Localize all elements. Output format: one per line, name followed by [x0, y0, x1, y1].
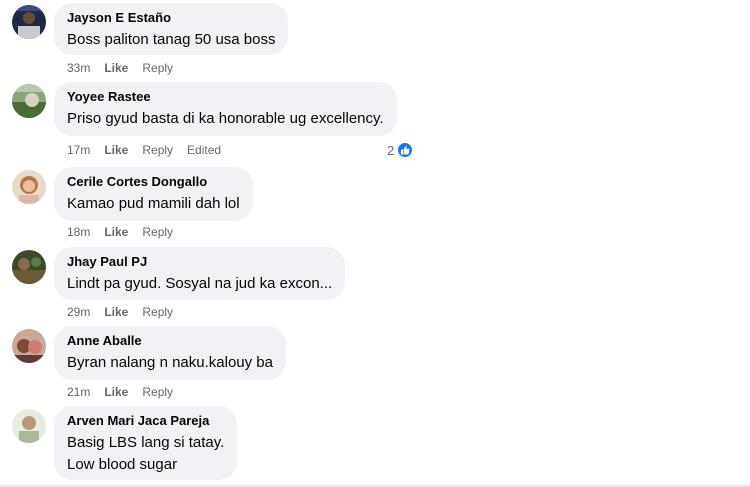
comment-meta: 21m Like Reply — [67, 385, 187, 399]
like-button[interactable]: Like — [104, 305, 128, 319]
comment-time[interactable]: 29m — [67, 305, 90, 319]
edited-label[interactable]: Edited — [187, 143, 221, 157]
avatar[interactable] — [12, 250, 46, 284]
like-button[interactable]: Like — [104, 61, 128, 75]
comment-meta: 29m Like Reply — [67, 305, 187, 319]
commenter-name[interactable]: Anne Aballe — [67, 333, 273, 349]
comment-bubble: Arven Mari Jaca Pareja Basig LBS lang si… — [54, 406, 238, 480]
comment-bubble: Cerile Cortes Dongallo Kamao pud mamili … — [54, 167, 253, 221]
comment-time[interactable]: 33m — [67, 61, 90, 75]
avatar[interactable] — [12, 5, 46, 39]
comment-time[interactable]: 21m — [67, 385, 90, 399]
reply-button[interactable]: Reply — [142, 143, 173, 157]
comment-text: Low blood sugar — [67, 456, 178, 473]
comment-bubble: Jayson E Estaño Boss paliton tanag 50 us… — [54, 3, 289, 55]
comment-bubble: Anne Aballe Byran nalang n naku.kalouy b… — [54, 326, 286, 380]
avatar[interactable] — [12, 84, 46, 118]
comment-text: Lindt pa gyud. Sosyal na jud ka excon... — [67, 275, 333, 292]
comment-bubble: Yoyee Rastee Priso gyud basta di ka hono… — [54, 82, 397, 136]
avatar[interactable] — [12, 409, 46, 443]
comment-text: Boss paliton tanag 50 usa boss — [67, 31, 276, 48]
comment-meta: 18m Like Reply — [67, 225, 187, 239]
reply-button[interactable]: Reply — [142, 385, 173, 399]
comment-text: Kamao pud mamili dah lol — [67, 195, 240, 212]
reply-button[interactable]: Reply — [142, 61, 173, 75]
avatar[interactable] — [12, 329, 46, 363]
comment-time[interactable]: 17m — [67, 143, 90, 157]
commenter-name[interactable]: Cerile Cortes Dongallo — [67, 174, 240, 190]
reply-button[interactable]: Reply — [142, 225, 173, 239]
commenter-name[interactable]: Jayson E Estaño — [67, 10, 275, 26]
comment-meta: 33m Like Reply — [67, 61, 187, 75]
comment-text: Basig LBS lang si tatay. — [67, 434, 225, 451]
comment-text: Byran nalang n naku.kalouy ba — [67, 354, 273, 371]
comment-bubble: Jhay Paul PJ Lindt pa gyud. Sosyal na ju… — [54, 247, 346, 300]
like-button[interactable]: Like — [104, 143, 128, 157]
comment-meta: 17m Like Reply Edited — [67, 143, 235, 157]
reply-button[interactable]: Reply — [142, 305, 173, 319]
commenter-name[interactable]: Jhay Paul PJ — [67, 254, 332, 270]
commenter-name[interactable]: Yoyee Rastee — [67, 89, 384, 105]
reaction-count[interactable]: 2 — [387, 141, 415, 159]
comment-time[interactable]: 18m — [67, 225, 90, 239]
like-button[interactable]: Like — [104, 385, 128, 399]
commenter-name[interactable]: Arven Mari Jaca Pareja — [67, 413, 224, 429]
like-button[interactable]: Like — [104, 225, 128, 239]
comment-text: Priso gyud basta di ka honorable ug exce… — [67, 110, 384, 127]
reaction-number: 2 — [387, 142, 395, 158]
avatar[interactable] — [12, 170, 46, 204]
thumbs-up-icon — [396, 141, 415, 159]
